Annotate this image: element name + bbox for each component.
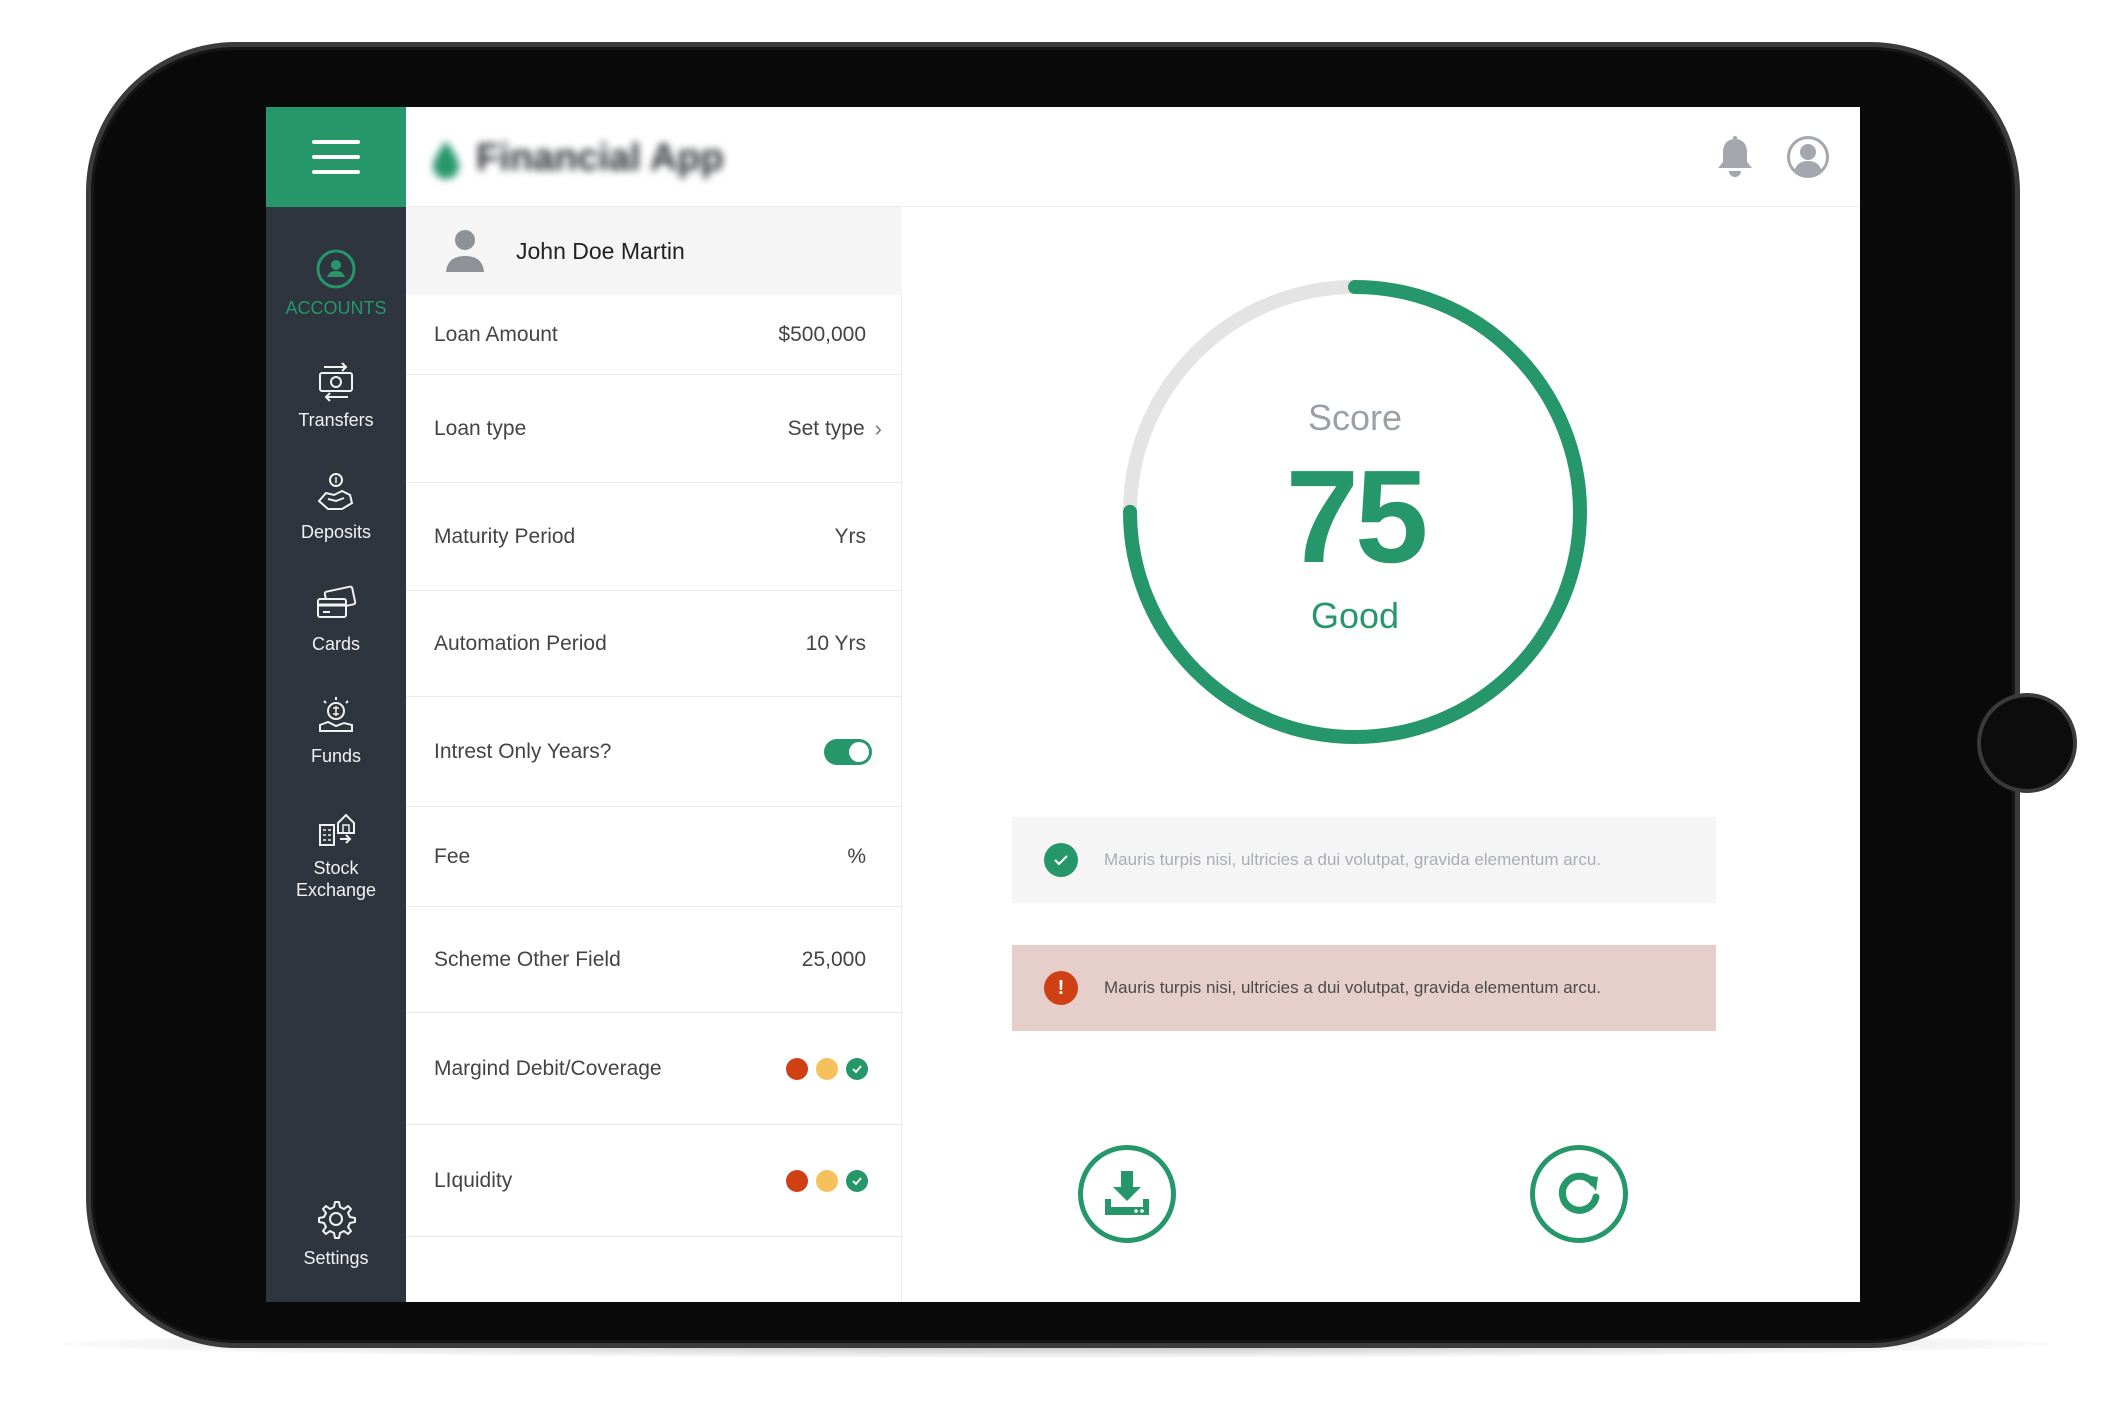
automation-period-label: Automation Period: [434, 631, 607, 655]
sidebar-item-funds[interactable]: Funds: [266, 695, 406, 767]
download-icon: [1105, 1171, 1149, 1215]
loan-amount-value: $500,000: [778, 322, 866, 346]
drop-logo-icon: [433, 140, 459, 179]
success-message-text: Mauris turpis nisi, ultricies a dui volu…: [1104, 850, 1601, 869]
sidebar-item-cards[interactable]: Cards: [266, 583, 406, 655]
loan-amount-label: Loan Amount: [434, 322, 558, 346]
score-rating: Good: [1310, 595, 1400, 636]
liquidity-label: LIquidity: [434, 1168, 513, 1192]
interest-only-toggle[interactable]: [824, 738, 872, 765]
scheme-other-label: Scheme Other Field: [434, 947, 621, 971]
sidebar-item-label: Cards: [311, 634, 360, 654]
interest-only-row: Intrest Only Years?: [406, 697, 902, 807]
error-message-text: Mauris turpis nisi, ultricies a dui volu…: [1104, 978, 1601, 997]
sidebar-item-deposits[interactable]: Deposits: [266, 471, 406, 543]
sidebar-item-label: Deposits: [300, 522, 372, 542]
user-circle-icon: [316, 249, 356, 289]
user-name: John Doe Martin: [516, 237, 685, 264]
sidebar-item-accounts[interactable]: ACCOUNTS: [266, 247, 406, 319]
bell-icon[interactable]: [1714, 135, 1756, 179]
sidebar-item-transfers[interactable]: Transfers: [266, 359, 406, 431]
maturity-period-value: Yrs: [834, 524, 867, 548]
refresh-icon: [1558, 1172, 1600, 1214]
loan-amount-row[interactable]: Loan Amount $500,000: [406, 295, 902, 375]
check-icon: [852, 1176, 862, 1185]
status-dot-green[interactable]: [846, 1169, 868, 1192]
liquidity-row: LIquidity: [406, 1125, 902, 1237]
sidebar-item-label: Funds: [310, 746, 362, 766]
success-message: Mauris turpis nisi, ultricies a dui volu…: [1012, 817, 1716, 903]
cards-icon: [317, 585, 357, 618]
score-value: 75: [1285, 443, 1429, 590]
sidebar-item-label: Transfers: [298, 410, 374, 430]
gear-icon: [318, 1201, 356, 1239]
loan-type-value: Set type: [787, 416, 865, 440]
refresh-button[interactable]: [1530, 1145, 1628, 1243]
funds-icon: [319, 697, 353, 732]
margin-debit-status: [786, 1057, 868, 1080]
check-icon: [852, 1064, 862, 1073]
money-transfer-icon: [319, 362, 353, 402]
check-circle-icon: [1044, 843, 1078, 877]
liquidity-status: [786, 1169, 868, 1192]
sidebar-item-stock-exchange[interactable]: Stock Exchange: [266, 807, 406, 901]
status-dot-red[interactable]: [786, 1057, 808, 1080]
status-dot-yellow[interactable]: [816, 1169, 838, 1192]
sidebar-item-label: Stock Exchange: [295, 858, 377, 900]
home-button[interactable]: [1977, 693, 2077, 793]
fee-row[interactable]: Fee %: [406, 807, 902, 907]
automation-period-row[interactable]: Automation Period 10 Yrs: [406, 591, 902, 697]
hamburger-icon: [312, 140, 360, 174]
loan-form-panel: John Doe Martin Loan Amount $500,000 Loa…: [406, 207, 902, 1302]
top-bar: Financial App: [266, 107, 1860, 207]
download-button[interactable]: [1078, 1145, 1176, 1243]
score-panel: Score 75 Good Mauris turpis nisi, ultric…: [902, 207, 1860, 1302]
app-title: Financial App: [476, 137, 724, 179]
alert-circle-icon: !: [1044, 971, 1078, 1005]
sidebar-item-label: ACCOUNTS: [285, 298, 387, 318]
interest-only-label: Intrest Only Years?: [434, 739, 612, 763]
sidebar-item-label: Settings: [303, 1248, 369, 1268]
scheme-other-value: 25,000: [801, 947, 866, 971]
loan-type-label: Loan type: [434, 416, 527, 440]
status-dot-red[interactable]: [786, 1169, 808, 1192]
profile-icon[interactable]: [1786, 135, 1830, 179]
sidebar: ACCOUNTS Transfers Deposits Cards Funds …: [266, 207, 406, 1302]
user-avatar-icon: [446, 230, 484, 272]
menu-button[interactable]: [266, 107, 406, 207]
sidebar-item-settings[interactable]: Settings: [266, 1197, 406, 1269]
toggle-knob: [849, 741, 869, 762]
loan-type-row[interactable]: Loan type Set type ›: [406, 375, 902, 483]
fee-label: Fee: [434, 844, 471, 868]
fee-value: %: [847, 844, 866, 868]
app-screen: Financial App ACCOUNTS Transfers Deposit…: [266, 107, 1860, 1302]
status-dot-green[interactable]: [846, 1057, 868, 1080]
score-label: Score: [1307, 397, 1403, 438]
deposit-icon: [317, 473, 354, 510]
error-message: ! Mauris turpis nisi, ultricies a dui vo…: [1012, 945, 1716, 1031]
app-brand: Financial App: [430, 137, 724, 180]
margin-debit-row: Margind Debit/Coverage: [406, 1013, 902, 1125]
chevron-right-icon: ›: [874, 415, 882, 441]
automation-period-value: 10 Yrs: [805, 631, 866, 655]
stock-exchange-icon: [319, 813, 355, 846]
maturity-period-row[interactable]: Maturity Period Yrs: [406, 483, 902, 591]
user-header: John Doe Martin: [406, 207, 902, 295]
status-dot-yellow[interactable]: [816, 1057, 838, 1080]
margin-debit-label: Margind Debit/Coverage: [434, 1056, 662, 1080]
set-type-link[interactable]: Set type ›: [788, 417, 882, 441]
maturity-period-label: Maturity Period: [434, 524, 576, 548]
scheme-other-row[interactable]: Scheme Other Field 25,000: [406, 907, 902, 1013]
